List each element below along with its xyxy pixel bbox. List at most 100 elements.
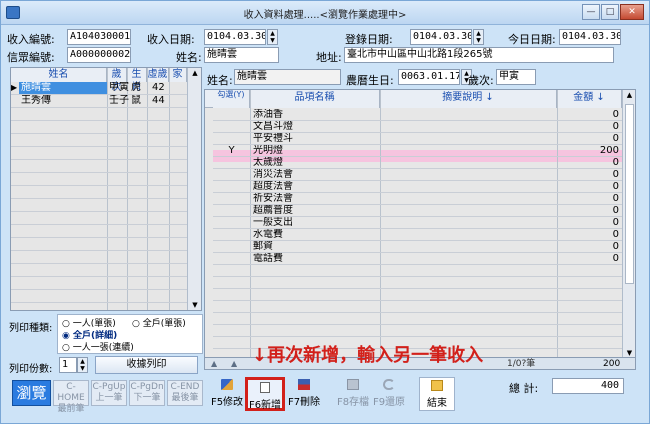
minimize-button[interactable]: — [582,4,600,20]
item-name-cell[interactable]: 超薦普度 [253,205,379,217]
scroll-thumb[interactable] [625,104,634,284]
col-item-header[interactable]: 品項名稱 [250,90,380,108]
item-name-cell[interactable]: 電話費 [253,253,379,265]
member-row-zodiac[interactable]: 鼠 [131,95,141,107]
item-name-cell[interactable]: 太歲燈 [253,157,379,169]
item-amount-cell[interactable]: 0 [559,133,619,145]
f7-delete-button[interactable]: F7刪除 [286,377,322,411]
next-record-button[interactable]: C-PgDn 下一筆 [129,380,165,406]
col-year-header[interactable]: 歲次 [107,68,127,93]
radio-single[interactable]: ○ 一人(單張) [62,318,116,330]
item-amount-cell[interactable]: 200 [559,145,619,157]
item-amount-cell[interactable]: 0 [559,253,619,265]
item-name-cell[interactable]: 光明燈 [253,145,379,157]
member-row-zodiac[interactable]: 虎 [131,82,141,94]
col-check-header[interactable]: 勾選(Y) [213,90,250,108]
grid-row-line [11,263,187,264]
member-list-scrollbar[interactable]: ▲ ▼ [187,68,201,310]
radio-household-single[interactable]: ○ 全戶(單張) [132,318,186,330]
col-zodiac-header[interactable]: 生肖 [127,68,147,93]
item-name-cell[interactable]: 郵資 [253,241,379,253]
address-label: 地址: [316,51,342,64]
item-amount-cell[interactable]: 0 [559,205,619,217]
col-house-header[interactable]: 家 [169,68,187,82]
member-row-age[interactable]: 44 [152,95,165,107]
grid-row-line [11,133,187,134]
radio-single-continuous[interactable]: ○ 一人一張(連續) [62,342,134,354]
income-items-grid[interactable]: 勾選(Y) 品項名稱 摘要說明 ↓ 金額 ↓ 添油香 0 文昌斗燈 0 平安禮斗 0 Y 光明… [204,89,636,359]
col-name-header[interactable]: 姓名 [11,68,107,82]
year-field: 甲寅 [496,69,536,85]
col-age-header[interactable]: 虛歲 [147,68,169,82]
col-amount-header[interactable]: 金額 ↓ [557,90,622,108]
member-no-field[interactable]: A000000002 [67,47,131,63]
scroll-up-icon: ▲ [626,91,633,99]
record-info: 1/0?筆 [507,359,536,369]
item-check-cell[interactable]: Y [213,145,250,157]
nav-first-icon[interactable]: ▲ [211,358,217,370]
item-name-cell[interactable]: 文昌斗燈 [253,121,379,133]
title-bar: 收入資料處理.....<瀏覽作業處理中> — □ ✕ [1,1,649,25]
item-name-cell[interactable]: 超度法會 [253,181,379,193]
reg-date-spinner[interactable]: ▲ ▼ [473,29,484,45]
item-amount-cell[interactable]: 0 [559,169,619,181]
grid-column-line [169,68,170,310]
f5-edit-button[interactable]: F5修改 [209,377,245,411]
address-field[interactable]: 臺北市中山區中山北路1段265號 [344,47,614,63]
first-record-button[interactable]: C-HOME 最前筆 [53,380,89,414]
copies-spinner[interactable]: ▲ ▼ [77,357,88,373]
item-amount-cell[interactable]: 0 [559,157,619,169]
receipt-no-field[interactable]: A104030001 [67,29,131,45]
f8-save-button[interactable]: F8存檔 [335,377,371,411]
maximize-button[interactable]: □ [601,4,619,20]
item-amount-cell[interactable]: 0 [559,217,619,229]
exit-button[interactable]: 結束 [419,377,455,411]
nav-prev-icon[interactable]: ▲ [231,358,237,370]
reg-date-field[interactable]: 0104.03.30 [410,29,472,45]
lunar-birth-label: 農曆生日: [346,74,394,87]
name-field[interactable]: 施晴雲 [204,47,279,63]
member-list-grid[interactable]: 姓名 歲次 生肖 虛歲 家 ▶ 施晴雲 甲寅 虎 42 王秀傳 壬子 鼠 44 … [10,67,202,311]
income-date-field[interactable]: 0104.03.30 [204,29,266,45]
f6-add-button[interactable]: F6新增 [245,377,285,411]
item-amount-cell[interactable]: 0 [559,241,619,253]
item-name-cell[interactable]: 消災法會 [253,169,379,181]
grid-row-line [11,224,187,225]
grid-row-line [11,120,187,121]
item-name-cell[interactable]: 水電費 [253,229,379,241]
col-desc-header[interactable]: 摘要說明 ↓ [380,90,557,108]
last-record-button[interactable]: C-END 最後筆 [167,380,203,406]
item-name-cell[interactable]: 祈安法會 [253,193,379,205]
item-name-cell[interactable]: 添油香 [253,109,379,121]
grid-row-line [213,336,622,337]
item-name-cell[interactable]: 平安禮斗 [253,133,379,145]
member-row-year[interactable]: 壬子 [109,95,129,107]
f9-undo-button[interactable]: F9還原 [371,377,407,411]
prev-record-button[interactable]: C-PgUp 上一筆 [91,380,127,406]
print-receipt-button[interactable]: 收據列印 [95,356,198,374]
save-icon [347,379,359,390]
exit-folder-icon [431,380,443,391]
grid-row-line [11,250,187,251]
member-row-name[interactable]: 施晴雲 [21,82,51,94]
item-amount-cell[interactable]: 0 [559,109,619,121]
close-button[interactable]: ✕ [620,4,644,20]
radio-household-detail[interactable]: ◉ 全戶(詳細) [62,330,117,342]
f8-label: F8存檔 [336,397,370,408]
items-scrollbar[interactable]: ▲ ▼ [622,90,635,358]
item-amount-cell[interactable]: 0 [559,193,619,205]
item-amount-cell[interactable]: 0 [559,229,619,241]
grid-row-line [11,302,187,303]
item-name-cell[interactable]: 一般支出 [253,217,379,229]
member-row-age[interactable]: 42 [152,82,165,94]
f9-label: F9還原 [372,397,406,408]
exit-label: 結束 [427,398,447,409]
member-row-year[interactable]: 甲寅 [109,82,129,94]
grid-row-line [11,185,187,186]
copies-field[interactable]: 1 [59,357,77,373]
member-row-name[interactable]: 王秀傳 [21,95,51,107]
item-amount-cell[interactable]: 0 [559,181,619,193]
item-amount-cell[interactable]: 0 [559,121,619,133]
scroll-down-icon: ▼ [626,349,633,357]
income-date-spinner[interactable]: ▲ ▼ [267,29,278,45]
